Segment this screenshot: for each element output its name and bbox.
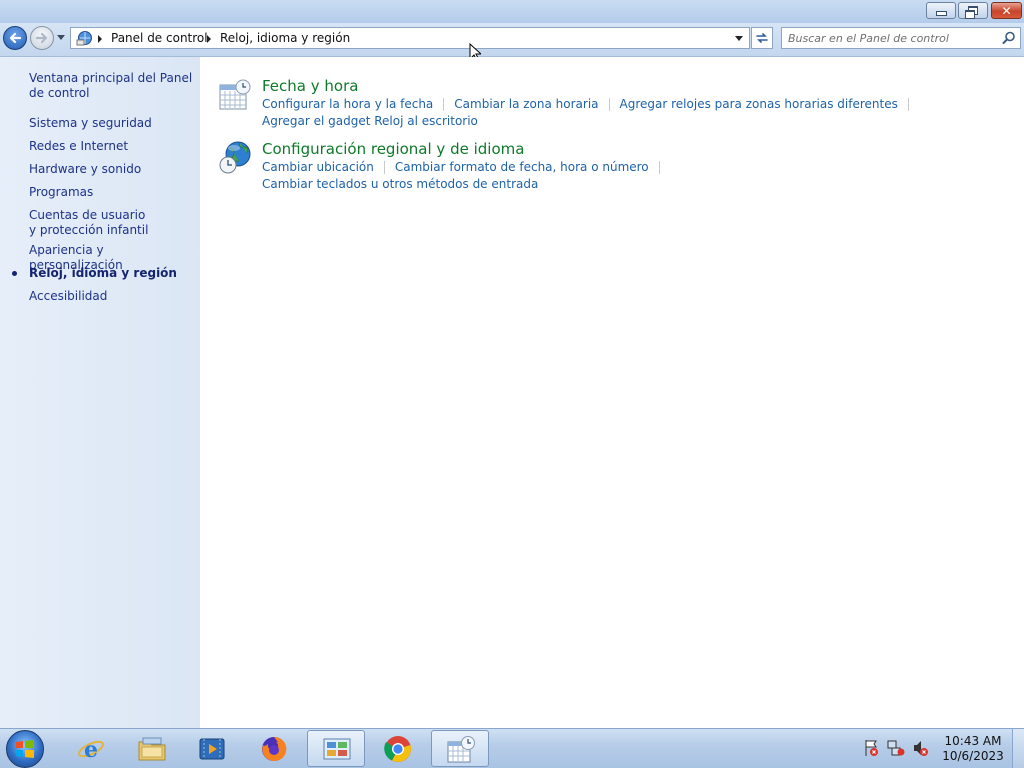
back-arrow-icon <box>9 32 22 44</box>
link-divider <box>383 161 385 174</box>
sidebar-item-ventana-principal[interactable]: Ventana principal del Panel de control <box>29 71 197 101</box>
control-panel-icon <box>76 31 92 46</box>
network-icon <box>887 740 905 756</box>
minimize-icon <box>935 11 947 16</box>
link-agregar-gadget-reloj[interactable]: Agregar el gadget Reloj al escritorio <box>262 114 478 128</box>
windows-logo-icon <box>16 740 34 758</box>
sidebar-item-redes-internet[interactable]: Redes e Internet <box>29 139 197 154</box>
control-panel-icon <box>323 738 351 760</box>
action-center-flag-icon <box>865 740 878 756</box>
start-button[interactable] <box>6 730 44 768</box>
breadcrumb-reloj-idioma-region[interactable]: Reloj, idioma y región <box>220 31 350 45</box>
taskbar: e 10:43 AM 10/6/2023 <box>0 728 1024 768</box>
back-button[interactable] <box>3 26 27 50</box>
show-desktop-button[interactable] <box>1012 729 1024 768</box>
folder-icon <box>138 737 166 761</box>
window-title-bar: ✕ <box>0 0 1024 23</box>
breadcrumb-panel-de-control[interactable]: Panel de control <box>111 31 208 45</box>
system-tray <box>862 737 932 762</box>
refresh-icon <box>756 33 768 43</box>
links-row-fecha-hora: Configurar la hora y la fecha Cambiar la … <box>262 97 919 111</box>
sidebar: Ventana principal del Panel de control S… <box>0 57 200 728</box>
taskbar-control-panel[interactable] <box>307 730 365 767</box>
category-configuracion-regional: Configuración regional y de idioma <box>262 140 524 158</box>
minimize-button[interactable] <box>926 2 956 19</box>
globe-clock-icon[interactable] <box>218 140 254 176</box>
tray-icons <box>865 740 928 756</box>
taskbar-firefox[interactable] <box>245 730 303 767</box>
link-divider <box>658 161 660 174</box>
search-input[interactable] <box>788 30 993 46</box>
link-divider <box>907 98 909 111</box>
taskbar-chrome[interactable] <box>369 730 427 767</box>
sidebar-item-programas[interactable]: Programas <box>29 185 197 200</box>
address-bar[interactable]: Panel de control Reloj, idioma y región <box>70 27 750 49</box>
restore-button[interactable] <box>958 2 988 19</box>
volume-muted-icon <box>914 741 928 756</box>
svg-text:e: e <box>84 737 98 763</box>
taskbar-date-time[interactable] <box>431 730 489 767</box>
taskbar-file-explorer[interactable] <box>123 730 181 767</box>
calendar-clock-icon <box>447 736 475 763</box>
breadcrumb-separator-icon[interactable] <box>207 35 211 43</box>
clock-date: 10/6/2023 <box>942 749 1004 763</box>
forward-arrow-icon <box>35 32 48 44</box>
calendar-clock-icon[interactable] <box>218 79 252 113</box>
firefox-icon <box>262 736 287 761</box>
forward-button[interactable] <box>30 26 54 50</box>
link-divider <box>608 98 610 111</box>
sidebar-item-hardware-sonido[interactable]: Hardware y sonido <box>29 162 197 177</box>
media-player-icon <box>199 738 225 760</box>
taskbar-media-player[interactable] <box>184 730 242 767</box>
breadcrumb-separator-icon[interactable] <box>98 35 102 43</box>
links-row-fecha-hora-2: Agregar el gadget Reloj al escritorio <box>262 114 478 128</box>
link-cambiar-zona-horaria[interactable]: Cambiar la zona horaria <box>454 97 598 111</box>
sidebar-item-accesibilidad[interactable]: Accesibilidad <box>29 289 197 304</box>
category-title-fecha-hora[interactable]: Fecha y hora <box>262 77 358 95</box>
link-cambiar-teclados[interactable]: Cambiar teclados u otros métodos de entr… <box>262 177 538 191</box>
links-row-configuracion-regional-2: Cambiar teclados u otros métodos de entr… <box>262 177 538 191</box>
refresh-button[interactable] <box>751 27 773 49</box>
clock-time: 10:43 AM <box>944 734 1002 748</box>
taskbar-internet-explorer[interactable]: e <box>62 730 120 767</box>
category-fecha-hora: Fecha y hora <box>262 77 358 95</box>
search-icon[interactable] <box>1002 31 1016 45</box>
search-box[interactable] <box>781 27 1021 49</box>
close-button[interactable]: ✕ <box>991 2 1022 19</box>
recent-pages-dropdown-icon[interactable] <box>57 35 65 40</box>
current-item-bullet-icon <box>12 271 17 276</box>
category-title-configuracion-regional[interactable]: Configuración regional y de idioma <box>262 140 524 158</box>
main-content: Fecha y hora Configurar la hora y la fec… <box>200 57 1024 728</box>
sidebar-item-cuentas-usuario[interactable]: Cuentas de usuario y protección infantil <box>29 208 149 238</box>
link-divider <box>443 98 445 111</box>
links-row-configuracion-regional: Cambiar ubicación Cambiar formato de fech… <box>262 160 670 174</box>
restore-icon <box>965 6 978 19</box>
taskbar-clock[interactable]: 10:43 AM 10/6/2023 <box>938 734 1008 764</box>
navigation-bar: Panel de control Reloj, idioma y región <box>0 23 1024 57</box>
sidebar-item-reloj-idioma-region: Reloj, idioma y región <box>29 266 177 280</box>
address-history-dropdown-icon[interactable] <box>735 36 743 41</box>
link-cambiar-formato[interactable]: Cambiar formato de fecha, hora o número <box>395 160 649 174</box>
internet-explorer-icon: e <box>78 737 104 763</box>
chrome-icon <box>384 736 411 762</box>
link-cambiar-ubicacion[interactable]: Cambiar ubicación <box>262 160 374 174</box>
link-configurar-hora-fecha[interactable]: Configurar la hora y la fecha <box>262 97 433 111</box>
close-icon: ✕ <box>1001 3 1012 18</box>
sidebar-item-sistema-seguridad[interactable]: Sistema y seguridad <box>29 116 197 131</box>
link-agregar-relojes[interactable]: Agregar relojes para zonas horarias dife… <box>620 97 898 111</box>
